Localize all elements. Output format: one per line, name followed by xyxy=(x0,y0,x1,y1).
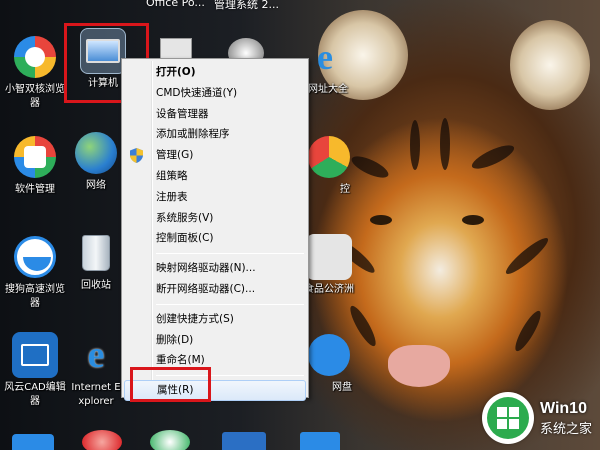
win10-logo-icon xyxy=(481,392,534,444)
top-label-manage: 管理系统 2... xyxy=(214,0,279,11)
sogou-icon xyxy=(12,234,58,280)
tiger-stripe xyxy=(502,234,552,278)
tiger-eye-left xyxy=(370,215,392,225)
desktop-icon-label: Internet Explorer xyxy=(71,382,121,407)
menu-separator xyxy=(156,253,304,255)
ie-icon: e xyxy=(87,334,105,376)
desktop-icon-smart-browser[interactable]: 小智双核浏览器 xyxy=(2,34,68,111)
cad-icon xyxy=(12,332,58,378)
tiger-nose xyxy=(388,345,450,387)
menu-item-control-panel[interactable]: 控制面板(C) xyxy=(124,228,306,249)
desktop-icon-partial[interactable] xyxy=(82,430,122,450)
menu-item-add-remove-programs[interactable]: 添加或删除程序 xyxy=(124,124,306,145)
menu-item-delete[interactable]: 删除(D) xyxy=(124,330,306,351)
watermark-title: Win10 xyxy=(539,399,587,417)
context-menu: 打开(O) CMD快速通道(Y) 设备管理器 添加或删除程序 管理(G) 组策略… xyxy=(121,58,309,401)
desktop-icon-label: 回收站 xyxy=(81,280,111,291)
menu-item-create-shortcut[interactable]: 创建快捷方式(S) xyxy=(124,309,306,330)
menu-item-manage[interactable]: 管理(G) xyxy=(124,145,306,166)
menu-item-system-services[interactable]: 系统服务(V) xyxy=(124,208,306,229)
desktop-icon-partial[interactable] xyxy=(12,434,54,450)
tiger-stripe xyxy=(469,140,517,174)
netdisk-icon xyxy=(306,332,352,378)
desktop-icon-recycle-bin[interactable]: 回收站 xyxy=(70,230,122,293)
desktop-icon-partial[interactable] xyxy=(222,432,266,450)
desktop-icon-sogou[interactable]: 搜狗高速浏览器 xyxy=(2,234,68,311)
menu-item-open[interactable]: 打开(O) xyxy=(124,62,306,83)
desktop-icon-cad[interactable]: 风云CAD编辑器 xyxy=(2,332,68,409)
tiger-stripe xyxy=(511,308,545,354)
recycle-bin-icon xyxy=(73,230,119,276)
watermark-subtitle: 系统之家 xyxy=(539,421,592,437)
browser-icon xyxy=(12,34,58,80)
shield-icon xyxy=(130,148,143,164)
menu-item-map-network-drive[interactable]: 映射网络驱动器(N)... xyxy=(124,258,306,279)
menu-item-registry[interactable]: 注册表 xyxy=(124,187,306,208)
tiger-stripe xyxy=(410,120,420,170)
menu-item-device-manager[interactable]: 设备管理器 xyxy=(124,104,306,125)
menu-item-disconnect-network-drive[interactable]: 断开网络驱动器(C)... xyxy=(124,279,306,300)
desktop-icon-network[interactable]: 网络 xyxy=(70,130,122,193)
tiger-eye-right xyxy=(462,215,484,225)
desktop-icon-partial[interactable] xyxy=(150,430,190,450)
desktop-background: Office Po... 管理系统 2... 小智双核浏览器 软件管理 搜狗高速… xyxy=(0,0,600,450)
menu-item-group-policy[interactable]: 组策略 xyxy=(124,166,306,187)
desktop-icon-label: 软件管理 xyxy=(15,184,55,195)
globe-icon xyxy=(73,130,119,176)
desktop-icon-label: 小智双核浏览器 xyxy=(5,84,65,109)
highlight-box-properties xyxy=(130,367,211,402)
menu-item-cmd[interactable]: CMD快速通道(Y) xyxy=(124,83,306,104)
document-icon xyxy=(306,234,352,280)
app-icon xyxy=(306,134,352,180)
tiger-stripe xyxy=(440,118,450,170)
desktop-icon-label: 搜狗高速浏览器 xyxy=(5,284,65,309)
top-label-office: Office Po... xyxy=(146,0,205,9)
desktop-icon-label: 风云CAD编辑器 xyxy=(4,382,66,407)
desktop-icon-partial[interactable] xyxy=(300,432,340,450)
desktop-icon-label: 网络 xyxy=(86,180,106,191)
desktop-icon-software-manager[interactable]: 软件管理 xyxy=(2,134,68,197)
desktop-icon-ie[interactable]: e Internet Explorer xyxy=(70,332,122,409)
tiger-ear-right xyxy=(510,20,590,110)
menu-separator xyxy=(156,303,304,305)
watermark: Win10 系统之家 xyxy=(481,392,592,444)
menu-item-label: 管理(G) xyxy=(156,149,194,162)
software-manager-icon xyxy=(12,134,58,180)
